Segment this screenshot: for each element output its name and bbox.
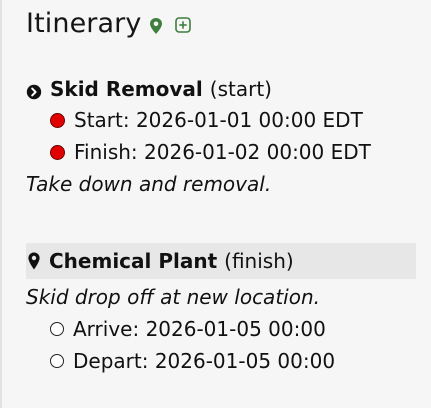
event-text: Finish: 2026-01-02 00:00 EDT (74, 140, 371, 164)
status-dot-filled-icon (50, 112, 65, 128)
stop-name: Skid Removal (50, 77, 203, 101)
chevron-circle-icon[interactable] (26, 81, 42, 100)
stop-role: (start) (209, 77, 272, 101)
event-finish: Finish: 2026-01-02 00:00 EDT (50, 136, 417, 168)
itinerary-stop: Skid Removal (start) Start: 2026-01-01 0… (26, 74, 417, 200)
map-pin-icon (149, 17, 163, 35)
status-dot-hollow-icon (50, 322, 64, 336)
stop-header[interactable]: Chemical Plant (finish) (26, 243, 416, 279)
event-start: Start: 2026-01-01 00:00 EDT (50, 104, 417, 136)
itinerary-stop: Chemical Plant (finish) Skid drop off at… (26, 243, 417, 377)
event-arrive: Arrive: 2026-01-05 00:00 (50, 313, 417, 345)
stop-note: Skid drop off at new location. (26, 285, 320, 309)
event-text: Arrive: 2026-01-05 00:00 (73, 317, 326, 341)
status-dot-hollow-icon (50, 354, 64, 368)
stop-name: Chemical Plant (49, 249, 218, 273)
panel-divider (0, 0, 2, 408)
stop-header[interactable]: Skid Removal (start) (26, 74, 417, 104)
add-icon[interactable] (175, 17, 192, 33)
itinerary-panel: Itinerary Skid Removal (start) Start: 20… (0, 0, 431, 408)
itinerary-header: Itinerary (26, 7, 192, 41)
status-dot-filled-icon (50, 144, 65, 160)
event-text: Start: 2026-01-01 00:00 EDT (74, 108, 363, 132)
itinerary-title: Itinerary (26, 8, 142, 39)
event-text: Depart: 2026-01-05 00:00 (73, 349, 336, 373)
location-pin-icon (27, 251, 41, 271)
event-depart: Depart: 2026-01-05 00:00 (50, 345, 417, 377)
stop-note: Take down and removal. (26, 172, 272, 196)
stop-role: (finish) (224, 249, 294, 273)
